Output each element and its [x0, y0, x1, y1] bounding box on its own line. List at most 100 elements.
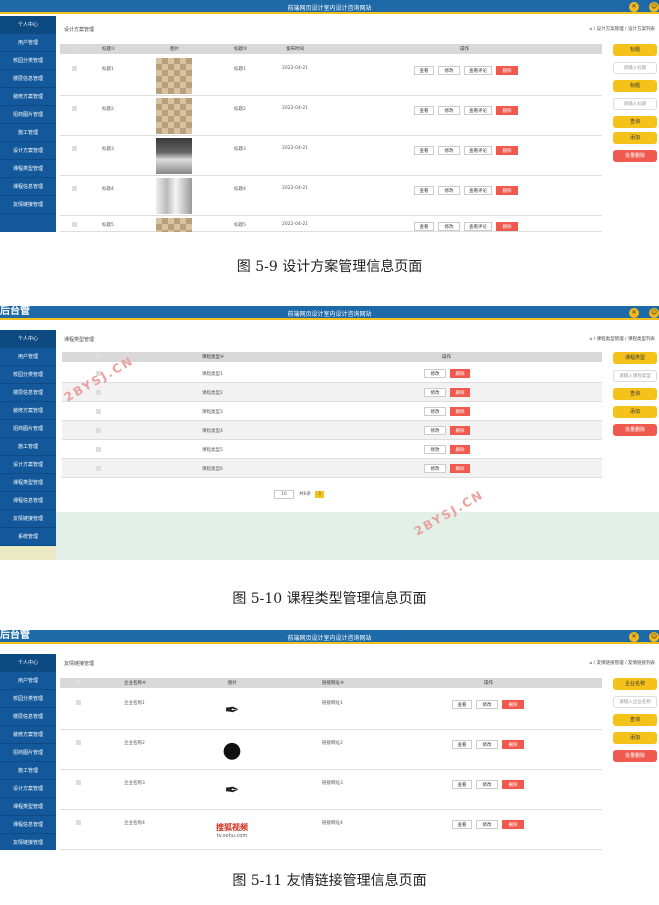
- edit-button[interactable]: 修改: [476, 820, 498, 829]
- add-button[interactable]: 添加: [613, 732, 657, 744]
- title-input[interactable]: 请输入标题: [613, 62, 657, 74]
- select-all-checkbox[interactable]: [72, 46, 77, 51]
- user-icon[interactable]: ☺: [649, 2, 659, 12]
- delete-button[interactable]: 删除: [496, 106, 518, 115]
- row-checkbox[interactable]: [96, 447, 101, 452]
- user-icon[interactable]: ☺: [649, 308, 659, 318]
- edit-button[interactable]: 修改: [476, 780, 498, 789]
- edit-button[interactable]: 修改: [424, 407, 446, 416]
- delete-button[interactable]: 删除: [502, 700, 524, 709]
- delete-button[interactable]: 删除: [450, 464, 470, 473]
- view-button[interactable]: 查看: [414, 106, 434, 115]
- sidebar-item-floor[interactable]: 楼层信息管理: [0, 384, 56, 402]
- add-button[interactable]: 添加: [613, 132, 657, 144]
- company-input[interactable]: 请输入企业名称: [613, 696, 657, 708]
- batch-delete-button[interactable]: 批量删除: [613, 424, 657, 436]
- query-button[interactable]: 查询: [613, 714, 657, 726]
- sidebar-item-users[interactable]: 用户管理: [0, 348, 56, 366]
- delete-button[interactable]: 删除: [496, 146, 518, 155]
- sidebar-item-users[interactable]: 用户管理: [0, 672, 56, 690]
- sidebar-item-course-info[interactable]: 课程信息管理: [0, 492, 56, 510]
- row-checkbox[interactable]: [72, 186, 77, 191]
- add-button[interactable]: 添加: [613, 406, 657, 418]
- query-button[interactable]: 查询: [613, 116, 657, 128]
- sidebar-item-profile[interactable]: 个人中心: [0, 16, 56, 34]
- view-comments-button[interactable]: 查看评论: [464, 106, 492, 115]
- sidebar-item-construction[interactable]: 施工管理: [0, 124, 56, 142]
- edit-button[interactable]: 修改: [476, 700, 498, 709]
- sidebar-item-course-info[interactable]: 课程信息管理: [0, 178, 56, 196]
- sidebar-item-images[interactable]: 招商图片管理: [0, 744, 56, 762]
- sidebar-item-design[interactable]: 设计方案管理: [0, 456, 56, 474]
- sidebar-item-links[interactable]: 友情链接管理: [0, 196, 56, 214]
- delete-button[interactable]: 删除: [450, 426, 470, 435]
- query-button[interactable]: 查询: [613, 388, 657, 400]
- row-checkbox[interactable]: [96, 428, 101, 433]
- settings-icon[interactable]: ✕: [629, 2, 639, 12]
- row-checkbox[interactable]: [72, 106, 77, 111]
- row-checkbox[interactable]: [72, 66, 77, 71]
- batch-delete-button[interactable]: 批量删除: [613, 750, 657, 762]
- sidebar-item-users[interactable]: 用户管理: [0, 34, 56, 52]
- sidebar-item-images[interactable]: 招商图片管理: [0, 420, 56, 438]
- user-icon[interactable]: ☺: [649, 632, 659, 642]
- sidebar-item-floor[interactable]: 楼层信息管理: [0, 70, 56, 88]
- row-checkbox[interactable]: [76, 820, 81, 825]
- batch-delete-button[interactable]: 批量删除: [613, 150, 657, 162]
- sidebar-item-system[interactable]: 系统管理: [0, 528, 56, 546]
- sidebar-item-decoration[interactable]: 装修方案管理: [0, 402, 56, 420]
- select-all-checkbox[interactable]: [76, 680, 81, 685]
- edit-button[interactable]: 修改: [424, 369, 446, 378]
- sidebar-item-course-type[interactable]: 课程类型管理: [0, 474, 56, 492]
- view-button[interactable]: 查看: [452, 780, 472, 789]
- view-button[interactable]: 查看: [452, 740, 472, 749]
- row-checkbox[interactable]: [72, 222, 77, 227]
- edit-button[interactable]: 修改: [424, 426, 446, 435]
- delete-button[interactable]: 删除: [502, 780, 524, 789]
- sidebar-item-decoration[interactable]: 装修方案管理: [0, 726, 56, 744]
- row-checkbox[interactable]: [96, 466, 101, 471]
- delete-button[interactable]: 删除: [502, 740, 524, 749]
- sidebar-item-category[interactable]: 校园分类管理: [0, 366, 56, 384]
- title-input-2[interactable]: 请输入标题: [613, 98, 657, 110]
- settings-icon[interactable]: ✕: [629, 308, 639, 318]
- sidebar-item-design[interactable]: 设计方案管理: [0, 780, 56, 798]
- edit-button[interactable]: 修改: [424, 464, 446, 473]
- sidebar-item-construction[interactable]: 施工管理: [0, 762, 56, 780]
- edit-button[interactable]: 修改: [424, 388, 446, 397]
- view-comments-button[interactable]: 查看评论: [464, 186, 492, 195]
- view-button[interactable]: 查看: [414, 146, 434, 155]
- sidebar-item-category[interactable]: 校园分类管理: [0, 52, 56, 70]
- settings-icon[interactable]: ✕: [629, 632, 639, 642]
- row-checkbox[interactable]: [76, 740, 81, 745]
- view-button[interactable]: 查看: [414, 66, 434, 75]
- current-page[interactable]: 1: [315, 491, 325, 498]
- row-checkbox[interactable]: [76, 780, 81, 785]
- sidebar-item-design[interactable]: 设计方案管理: [0, 142, 56, 160]
- edit-button[interactable]: 修改: [438, 106, 460, 115]
- view-comments-button[interactable]: 查看评论: [464, 222, 492, 231]
- edit-button[interactable]: 修改: [424, 445, 446, 454]
- sidebar-item-course-type[interactable]: 课程类型管理: [0, 160, 56, 178]
- course-type-input[interactable]: 请输入课程类型: [613, 370, 657, 382]
- delete-button[interactable]: 删除: [450, 407, 470, 416]
- sidebar-item-links[interactable]: 友情链接管理: [0, 834, 56, 850]
- delete-button[interactable]: 删除: [496, 66, 518, 75]
- sidebar-item-links[interactable]: 友情链接管理: [0, 510, 56, 528]
- sidebar-item-category[interactable]: 校园分类管理: [0, 690, 56, 708]
- row-checkbox[interactable]: [76, 700, 81, 705]
- edit-button[interactable]: 修改: [438, 146, 460, 155]
- sidebar-item-floor[interactable]: 楼层信息管理: [0, 708, 56, 726]
- select-all-checkbox[interactable]: [96, 354, 101, 359]
- view-button[interactable]: 查看: [414, 222, 434, 231]
- sidebar-item-profile[interactable]: 个人中心: [0, 330, 56, 348]
- delete-button[interactable]: 删除: [450, 369, 470, 378]
- view-button[interactable]: 查看: [452, 700, 472, 709]
- sidebar-item-construction[interactable]: 施工管理: [0, 438, 56, 456]
- delete-button[interactable]: 删除: [496, 222, 518, 231]
- view-comments-button[interactable]: 查看评论: [464, 66, 492, 75]
- delete-button[interactable]: 删除: [502, 820, 524, 829]
- page-size-select[interactable]: 10: [274, 490, 294, 499]
- sidebar-item-course-info[interactable]: 课程信息管理: [0, 816, 56, 834]
- delete-button[interactable]: 删除: [450, 388, 470, 397]
